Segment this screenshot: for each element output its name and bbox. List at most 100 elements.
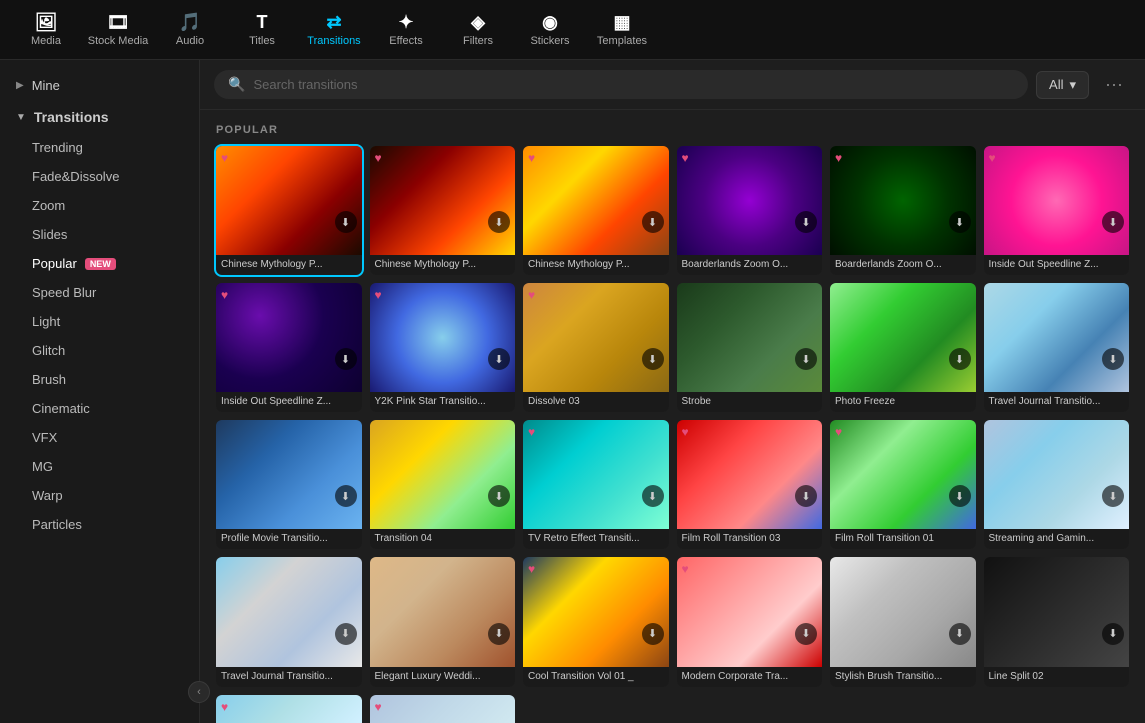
- sidebar-item-mg[interactable]: MG: [0, 452, 199, 481]
- card-filmroll03[interactable]: ♥ ⬇ Film Roll Transition 03: [677, 420, 823, 549]
- download-btn-travel2[interactable]: ⬇: [335, 623, 357, 645]
- card-las-fallas[interactable]: ♥ ⬇ Las Fallas Transition 18: [216, 695, 362, 723]
- card-label-dissolve03: Dissolve 03: [523, 392, 669, 412]
- card-thumb-travel-journal1: ⬇: [984, 283, 1130, 392]
- section-label-popular: POPULAR: [216, 124, 1129, 136]
- card-strobe[interactable]: ⬇ Strobe: [677, 283, 823, 412]
- card-chinese3[interactable]: ♥ ⬇ Chinese Mythology P...: [523, 146, 669, 275]
- card-cool-transition[interactable]: ♥ ⬇ Cool Transition Vol 01 _: [523, 557, 669, 686]
- sidebar-item-label-particles: Particles: [32, 517, 82, 532]
- nav-item-effects[interactable]: ✦ Effects: [370, 4, 442, 56]
- card-filmroll01[interactable]: ♥ ⬇ Film Roll Transition 01: [830, 420, 976, 549]
- download-btn-line-split[interactable]: ⬇: [1102, 623, 1124, 645]
- nav-label-stock-media: Stock Media: [88, 35, 149, 47]
- sidebar-item-fade-dissolve[interactable]: Fade&Dissolve: [0, 162, 199, 191]
- download-btn-elegant[interactable]: ⬇: [488, 623, 510, 645]
- download-btn-inside-out2[interactable]: ⬇: [335, 348, 357, 370]
- sidebar-item-warp[interactable]: Warp: [0, 481, 199, 510]
- download-btn-profile[interactable]: ⬇: [335, 485, 357, 507]
- download-btn-boarderlands1[interactable]: ⬇: [795, 211, 817, 233]
- download-btn-chinese3[interactable]: ⬇: [642, 211, 664, 233]
- download-btn-chinese1[interactable]: ⬇: [335, 211, 357, 233]
- sidebar-item-label-fade-dissolve: Fade&Dissolve: [32, 169, 119, 184]
- sidebar-item-zoom[interactable]: Zoom: [0, 191, 199, 220]
- sidebar-item-slides[interactable]: Slides: [0, 220, 199, 249]
- search-input[interactable]: [253, 77, 1014, 92]
- download-btn-y2k[interactable]: ⬇: [488, 348, 510, 370]
- sidebar: ▶Mine▼TransitionsTrending Fade&Dissolve Zo…: [0, 60, 200, 723]
- sidebar-mine-label: Mine: [32, 78, 60, 93]
- card-thumb-chinese1: ♥ ⬇: [216, 146, 362, 255]
- download-btn-tvretro[interactable]: ⬇: [642, 485, 664, 507]
- card-travel2[interactable]: ⬇ Travel Journal Transitio...: [216, 557, 362, 686]
- nav-item-templates[interactable]: ▦ Templates: [586, 4, 658, 56]
- card-label-chinese1: Chinese Mythology P...: [216, 255, 362, 275]
- nav-item-media[interactable]: 🖼 Media: [10, 4, 82, 56]
- download-btn-stylish-brush[interactable]: ⬇: [949, 623, 971, 645]
- download-btn-inside-out-z[interactable]: ⬇: [1102, 211, 1124, 233]
- download-btn-cool-transition[interactable]: ⬇: [642, 623, 664, 645]
- filters-icon: ◈: [471, 13, 485, 31]
- more-options-button[interactable]: ···: [1097, 70, 1131, 99]
- fav-icon-chinese3: ♥: [528, 151, 535, 165]
- sidebar-item-cinematic[interactable]: Cinematic: [0, 394, 199, 423]
- card-elegant[interactable]: ⬇ Elegant Luxury Weddi...: [370, 557, 516, 686]
- card-boarderlands2[interactable]: ♥ ⬇ Boarderlands Zoom O...: [830, 146, 976, 275]
- card-streaming[interactable]: ⬇ Streaming and Gamin...: [984, 420, 1130, 549]
- sidebar-item-brush[interactable]: Brush: [0, 365, 199, 394]
- nav-item-filters[interactable]: ◈ Filters: [442, 4, 514, 56]
- sidebar-collapse-button[interactable]: ‹: [188, 681, 210, 703]
- sidebar-mine[interactable]: ▶Mine: [0, 70, 199, 101]
- card-chinese2[interactable]: ♥ ⬇ Chinese Mythology P...: [370, 146, 516, 275]
- download-btn-photo-freeze[interactable]: ⬇: [949, 348, 971, 370]
- sidebar-section-header-transitions[interactable]: ▼Transitions: [0, 101, 199, 133]
- card-y2k[interactable]: ♥ ⬇ Y2K Pink Star Transitio...: [370, 283, 516, 412]
- card-thumb-boarderlands2: ♥ ⬇: [830, 146, 976, 255]
- card-chinese1[interactable]: ♥ ⬇ Chinese Mythology P...: [216, 146, 362, 275]
- card-label-chinese3: Chinese Mythology P...: [523, 255, 669, 275]
- card-label-chinese2: Chinese Mythology P...: [370, 255, 516, 275]
- download-btn-dissolve03[interactable]: ⬇: [642, 348, 664, 370]
- sidebar-item-light[interactable]: Light: [0, 307, 199, 336]
- card-label-tvretro: TV Retro Effect Transiti...: [523, 529, 669, 549]
- card-transition04[interactable]: ⬇ Transition 04: [370, 420, 516, 549]
- download-btn-filmroll03[interactable]: ⬇: [795, 485, 817, 507]
- card-inside-out2[interactable]: ♥ ⬇ Inside Out Speedline Z...: [216, 283, 362, 412]
- download-btn-travel-journal1[interactable]: ⬇: [1102, 348, 1124, 370]
- sidebar-item-trending[interactable]: Trending: [0, 133, 199, 162]
- nav-item-audio[interactable]: 🎵 Audio: [154, 4, 226, 56]
- nav-item-transitions[interactable]: ⇄ Transitions: [298, 4, 370, 56]
- card-stylish-brush[interactable]: ⬇ Stylish Brush Transitio...: [830, 557, 976, 686]
- download-btn-boarderlands2[interactable]: ⬇: [949, 211, 971, 233]
- download-btn-filmroll01[interactable]: ⬇: [949, 485, 971, 507]
- nav-item-titles[interactable]: T Titles: [226, 4, 298, 56]
- card-inside-out-z[interactable]: ♥ ⬇ Inside Out Speedline Z...: [984, 146, 1130, 275]
- card-label-travel2: Travel Journal Transitio...: [216, 667, 362, 687]
- card-tvretro[interactable]: ♥ ⬇ TV Retro Effect Transiti...: [523, 420, 669, 549]
- card-label-cool-transition: Cool Transition Vol 01 _: [523, 667, 669, 687]
- sidebar-item-popular[interactable]: PopularNEW: [0, 249, 199, 278]
- card-los-reyes[interactable]: ♥ ⬇ Los Reyes Magos Tran...: [370, 695, 516, 723]
- nav-item-stock-media[interactable]: 🎞 Stock Media: [82, 4, 154, 56]
- card-photo-freeze[interactable]: ⬇ Photo Freeze: [830, 283, 976, 412]
- fav-icon-y2k: ♥: [375, 288, 382, 302]
- filter-button[interactable]: All ▾: [1036, 71, 1089, 99]
- card-modern-corp[interactable]: ♥ ⬇ Modern Corporate Tra...: [677, 557, 823, 686]
- card-label-boarderlands1: Boarderlands Zoom O...: [677, 255, 823, 275]
- card-travel-journal1[interactable]: ⬇ Travel Journal Transitio...: [984, 283, 1130, 412]
- sidebar-item-particles[interactable]: Particles: [0, 510, 199, 539]
- sidebar-item-vfx[interactable]: VFX: [0, 423, 199, 452]
- download-btn-modern-corp[interactable]: ⬇: [795, 623, 817, 645]
- card-dissolve03[interactable]: ♥ ⬇ Dissolve 03: [523, 283, 669, 412]
- sidebar-item-glitch[interactable]: Glitch: [0, 336, 199, 365]
- card-profile[interactable]: ⬇ Profile Movie Transitio...: [216, 420, 362, 549]
- card-line-split[interactable]: ⬇ Line Split 02: [984, 557, 1130, 686]
- download-btn-chinese2[interactable]: ⬇: [488, 211, 510, 233]
- sidebar-item-speed-blur[interactable]: Speed Blur: [0, 278, 199, 307]
- card-boarderlands1[interactable]: ♥ ⬇ Boarderlands Zoom O...: [677, 146, 823, 275]
- card-thumb-los-reyes: ♥ ⬇: [370, 695, 516, 723]
- nav-item-stickers[interactable]: ◉ Stickers: [514, 4, 586, 56]
- download-btn-transition04[interactable]: ⬇: [488, 485, 510, 507]
- download-btn-strobe[interactable]: ⬇: [795, 348, 817, 370]
- download-btn-streaming[interactable]: ⬇: [1102, 485, 1124, 507]
